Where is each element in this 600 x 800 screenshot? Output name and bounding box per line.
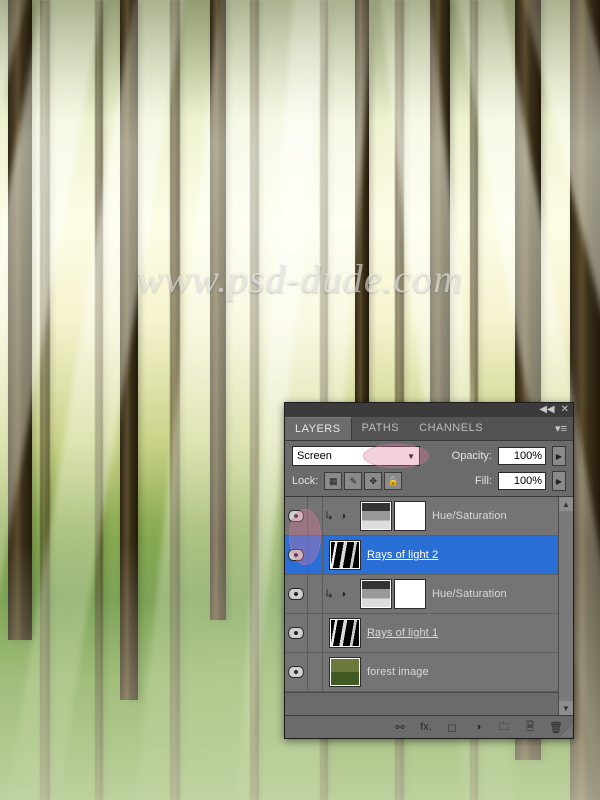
layer-thumbnail[interactable] <box>329 657 361 687</box>
link-column <box>308 653 323 691</box>
opacity-input[interactable]: 100% <box>498 447 546 465</box>
scroll-down-button[interactable]: ▼ <box>558 701 573 715</box>
layer-name-label[interactable]: forest image <box>367 666 429 678</box>
visibility-eye-icon[interactable] <box>288 666 304 678</box>
new-layer-icon[interactable]: 🗎 <box>521 719 539 735</box>
close-icon[interactable]: ✕ <box>561 405 569 415</box>
layers-list-area: ▲ ▼ ↳ ◑ Hue/Saturation <box>285 497 573 715</box>
layer-row-forest-image[interactable]: forest image <box>285 653 559 692</box>
layer-name-label[interactable]: Rays of light 2 <box>367 549 438 561</box>
layer-row-hue-saturation[interactable]: ↳ ◑ Hue/Saturation <box>285 497 559 536</box>
link-layers-icon[interactable]: ⚯ <box>391 719 409 735</box>
layers-list: ↳ ◑ Hue/Saturation Rays of light 2 <box>285 497 559 692</box>
watermark-text: www.psd-dude.com <box>137 255 463 302</box>
layers-empty-area <box>285 692 573 715</box>
layer-row-hue-saturation[interactable]: ↳ ◑ Hue/Saturation <box>285 575 559 614</box>
layer-name-label[interactable]: Rays of light 1 <box>367 627 438 639</box>
visibility-eye-icon[interactable] <box>288 588 304 600</box>
layer-name-label[interactable]: Hue/Saturation <box>432 588 507 600</box>
highlight-marker <box>289 509 321 565</box>
scrollbar-track[interactable] <box>558 511 573 701</box>
layer-thumbnail[interactable] <box>329 618 361 648</box>
layer-row-rays-of-light-1[interactable]: Rays of light 1 <box>285 614 559 653</box>
link-column <box>308 614 323 652</box>
resize-grip[interactable] <box>560 725 572 737</box>
panel-topbar[interactable]: ◀◀ ✕ <box>285 403 573 417</box>
new-group-icon[interactable]: 🗀 <box>495 719 513 735</box>
panel-footer: ⚯ fx. ◻ ◑ 🗀 🗎 🗑 <box>285 715 573 738</box>
layer-name-label[interactable]: Hue/Saturation <box>432 510 507 522</box>
link-column <box>308 575 323 613</box>
lock-pixels-icon[interactable]: ✎ <box>344 472 362 490</box>
highlight-marker <box>363 444 429 468</box>
fill-stepper[interactable]: ▶ <box>552 471 566 491</box>
tab-channels[interactable]: CHANNELS <box>409 417 493 440</box>
layer-mask-thumbnail[interactable] <box>394 579 426 609</box>
visibility-eye-icon[interactable] <box>288 627 304 639</box>
adjustment-glyph-icon: ◑ <box>335 505 351 527</box>
add-mask-icon[interactable]: ◻ <box>443 719 461 735</box>
clip-arrow-icon: ↳ <box>323 587 335 601</box>
scroll-up-button[interactable]: ▲ <box>558 497 573 511</box>
panel-menu-icon[interactable]: ▾≡ <box>549 417 573 440</box>
layer-row-rays-of-light-2[interactable]: Rays of light 2 <box>285 536 559 575</box>
collapse-icon[interactable]: ◀◀ <box>539 405 554 415</box>
layers-panel: ◀◀ ✕ LAYERS PATHS CHANNELS ▾≡ Screen ▼ O… <box>284 402 574 739</box>
lock-label: Lock: <box>292 475 318 487</box>
layer-fx-icon[interactable]: fx. <box>417 719 435 735</box>
clip-arrow-icon: ↳ <box>323 509 335 523</box>
layer-thumbnail[interactable] <box>360 501 392 531</box>
panel-controls: Screen ▼ Opacity: 100% ▶ Lock: ▦ ✎ ✥ 🔒 F… <box>285 441 573 497</box>
layer-thumbnail[interactable] <box>360 579 392 609</box>
fill-label: Fill: <box>475 475 492 487</box>
adjustment-glyph-icon: ◑ <box>335 583 351 605</box>
lock-position-icon[interactable]: ✥ <box>364 472 382 490</box>
new-adjustment-icon[interactable]: ◑ <box>469 719 487 735</box>
layer-mask-thumbnail[interactable] <box>394 501 426 531</box>
opacity-stepper[interactable]: ▶ <box>552 446 566 466</box>
lock-all-icon[interactable]: 🔒 <box>384 472 402 490</box>
tab-paths[interactable]: PATHS <box>352 417 410 440</box>
layer-thumbnail[interactable] <box>329 540 361 570</box>
panel-tabs: LAYERS PATHS CHANNELS ▾≡ <box>285 417 573 441</box>
tab-layers[interactable]: LAYERS <box>285 417 352 440</box>
blend-mode-value: Screen <box>297 450 332 462</box>
lock-transparent-icon[interactable]: ▦ <box>324 472 342 490</box>
opacity-label: Opacity: <box>452 450 492 462</box>
fill-input[interactable]: 100% <box>498 472 546 490</box>
document-canvas: www.psd-dude.com ◀◀ ✕ LAYERS PATHS CHANN… <box>0 0 600 800</box>
